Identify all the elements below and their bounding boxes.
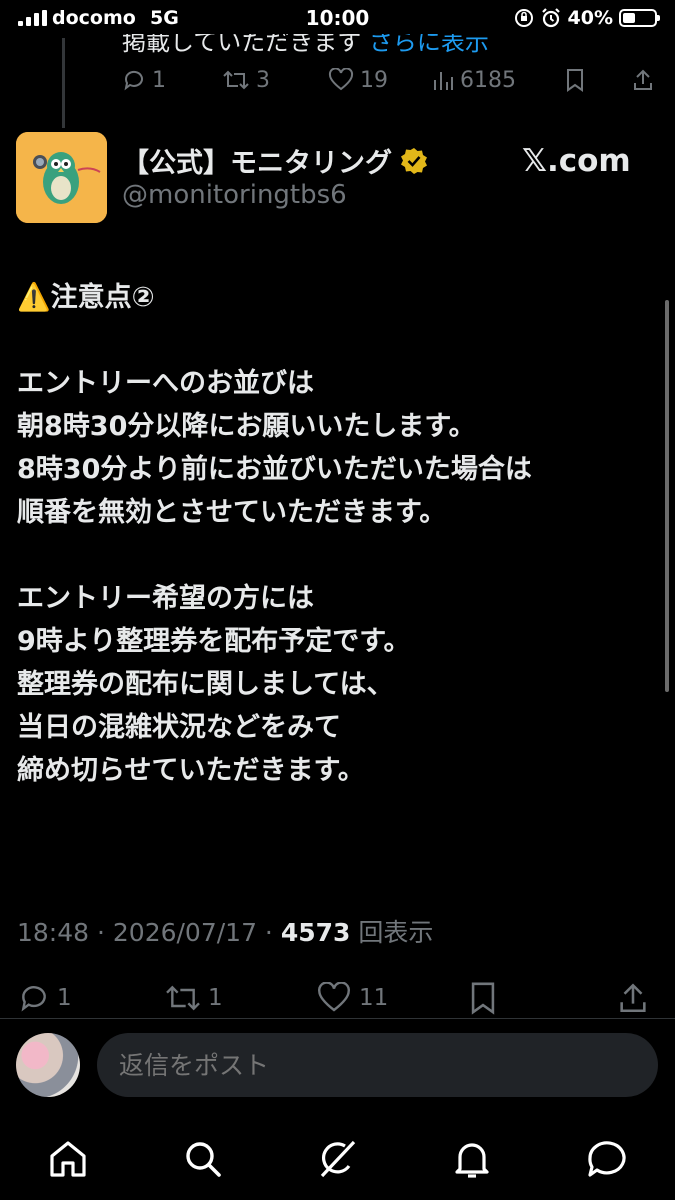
orientation-lock-icon <box>514 9 533 27</box>
scrollbar[interactable] <box>665 300 669 692</box>
user-avatar[interactable] <box>16 1033 80 1097</box>
notifications-icon <box>455 1143 489 1178</box>
retweet-icon <box>166 985 200 1011</box>
bookmark-button[interactable] <box>564 62 586 98</box>
mascot-logo-icon <box>16 132 107 223</box>
divider <box>0 1018 675 1019</box>
bookmark-icon <box>471 982 495 1015</box>
heart-icon <box>318 982 350 1012</box>
share-icon <box>634 69 652 90</box>
status-right: 40% <box>514 7 660 29</box>
share-button[interactable] <box>617 977 649 1019</box>
display-name[interactable]: 【公式】モニタリング <box>122 141 428 180</box>
battery-percent: 40% <box>567 7 613 29</box>
views-button[interactable]: 6185 <box>432 62 516 98</box>
like-button[interactable]: 11 <box>315 977 388 1019</box>
home-icon <box>50 1141 86 1177</box>
tab-notifications[interactable] <box>449 1136 495 1182</box>
search-icon <box>186 1142 221 1177</box>
battery-icon <box>619 9 660 27</box>
previous-tweet-actions: 1 3 19 6185 <box>122 62 657 98</box>
view-count: 4573 <box>280 918 351 947</box>
thread-line <box>62 38 65 128</box>
share-icon <box>620 983 646 1013</box>
reply-icon <box>124 70 143 91</box>
views-label: 回表示 <box>358 918 434 947</box>
user-handle[interactable]: @monitoringtbs6 <box>122 180 347 210</box>
views-icon <box>434 72 453 90</box>
heart-icon <box>328 68 354 91</box>
share-button[interactable] <box>632 62 654 98</box>
x-watermark: 𝕏.com <box>522 143 631 179</box>
tab-home[interactable] <box>45 1136 91 1182</box>
retweet-button[interactable]: 1 <box>164 977 223 1019</box>
tab-search[interactable] <box>180 1136 226 1182</box>
tweet-time: 18:48 <box>17 918 90 947</box>
avatar[interactable] <box>16 132 107 223</box>
reply-icon <box>21 986 46 1012</box>
like-button[interactable]: 19 <box>328 62 388 98</box>
reply-button[interactable]: 1 <box>122 62 166 98</box>
alarm-icon <box>541 8 560 28</box>
retweet-icon <box>223 70 249 90</box>
bookmark-button[interactable] <box>467 977 499 1019</box>
tweet-actions: 1 1 11 <box>17 977 657 1019</box>
bookmark-icon <box>567 69 583 92</box>
reply-button[interactable]: 1 <box>17 977 72 1019</box>
status-bar: docomo 5G 10:00 40% <box>0 0 675 38</box>
tab-messages[interactable] <box>584 1136 630 1182</box>
reply-input[interactable] <box>97 1033 658 1097</box>
grok-icon <box>320 1140 356 1178</box>
tab-grok[interactable] <box>314 1136 360 1182</box>
messages-icon <box>588 1141 626 1177</box>
tweet-meta: 18:48 · 2026/07/17 · 4573 回表示 <box>17 918 434 947</box>
retweet-button[interactable]: 3 <box>222 62 270 98</box>
tweet-text: ⚠️注意点② エントリーへのお並びは 朝8時30分以降にお願いいたします。 8時… <box>17 282 532 786</box>
tab-bar <box>0 1118 675 1200</box>
tweet-date: 2026/07/17 <box>112 918 257 947</box>
verified-badge-icon <box>401 147 427 174</box>
